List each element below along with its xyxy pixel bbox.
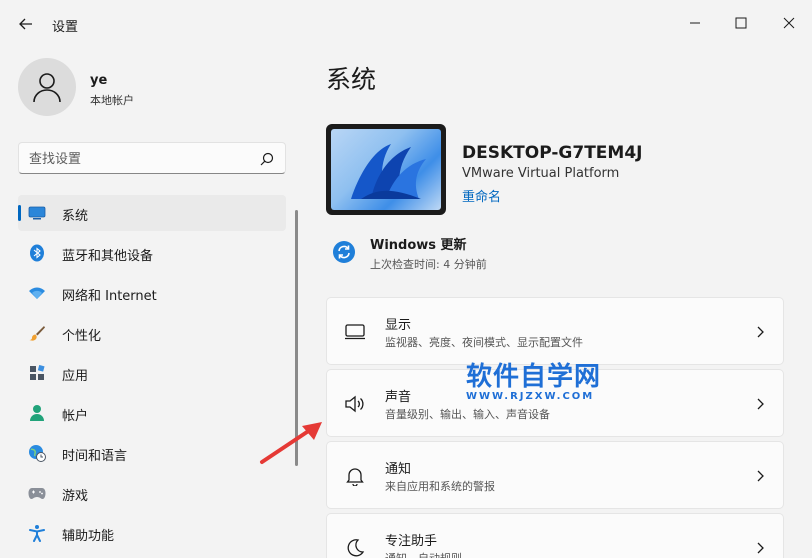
card-description: 来自应用和系统的警报 bbox=[385, 480, 495, 493]
sidebar-item-label: 系统 bbox=[62, 209, 89, 224]
sidebar-item-label: 时间和语言 bbox=[62, 449, 128, 464]
settings-card-display[interactable]: 显示 监视器、亮度、夜间模式、显示配置文件 bbox=[326, 297, 784, 365]
card-title: 声音 bbox=[385, 390, 412, 405]
sidebar-item-personalization[interactable]: 个性化 bbox=[18, 315, 286, 351]
search-box[interactable] bbox=[18, 142, 286, 174]
sidebar-item-label: 蓝牙和其他设备 bbox=[62, 249, 154, 264]
moon-icon bbox=[343, 536, 367, 558]
sidebar-item-label: 个性化 bbox=[62, 329, 102, 344]
device-name: DESKTOP-G7TEM4J bbox=[462, 143, 643, 163]
user-account-type: 本地帐户 bbox=[90, 94, 134, 107]
title-bar: 设置 bbox=[0, 0, 812, 48]
minimize-button[interactable] bbox=[672, 8, 718, 38]
person-icon bbox=[33, 73, 61, 103]
windows-update-status: 上次检查时间: 4 分钟前 bbox=[370, 258, 487, 271]
sidebar-item-label: 网络和 Internet bbox=[62, 289, 157, 304]
card-description: 通知、自动规则 bbox=[385, 550, 462, 558]
back-arrow-icon[interactable] bbox=[16, 14, 36, 34]
maximize-button[interactable] bbox=[718, 8, 764, 38]
monitor-icon bbox=[28, 204, 46, 222]
sidebar-item-system[interactable]: 系统 bbox=[18, 195, 286, 231]
sidebar-item-accounts[interactable]: 帐户 bbox=[18, 395, 286, 431]
chevron-right-icon bbox=[753, 540, 767, 554]
avatar[interactable] bbox=[18, 58, 76, 116]
wallpaper-preview bbox=[331, 129, 441, 210]
search-input[interactable] bbox=[29, 149, 253, 169]
settings-card-notifications[interactable]: 通知 来自应用和系统的警报 bbox=[326, 441, 784, 509]
chevron-right-icon bbox=[753, 396, 767, 410]
sidebar-item-label: 游戏 bbox=[62, 489, 89, 504]
speaker-icon bbox=[343, 392, 367, 416]
sidebar-nav: 系统 蓝牙和其他设备 网络和 Internet 个性化 应用 帐户 时间和语言 … bbox=[18, 195, 286, 555]
user-name: ye bbox=[90, 73, 108, 88]
apps-icon bbox=[28, 364, 46, 382]
sidebar-item-label: 应用 bbox=[62, 369, 89, 384]
settings-card-focus-assist[interactable]: 专注助手 通知、自动规则 bbox=[326, 513, 784, 558]
bell-icon bbox=[343, 464, 367, 488]
search-icon[interactable] bbox=[259, 151, 275, 167]
card-title: 通知 bbox=[385, 462, 412, 477]
sidebar-item-label: 帐户 bbox=[62, 409, 89, 424]
bluetooth-icon bbox=[28, 244, 46, 262]
watermark-title: 软件自学网 bbox=[466, 362, 602, 392]
accessibility-icon bbox=[28, 524, 46, 542]
sidebar-item-network[interactable]: 网络和 Internet bbox=[18, 275, 286, 311]
app-title: 设置 bbox=[52, 20, 79, 35]
red-arrow-annotation-icon bbox=[260, 422, 322, 464]
globe-clock-icon bbox=[28, 444, 46, 462]
chevron-right-icon bbox=[753, 468, 767, 482]
close-button[interactable] bbox=[766, 8, 812, 38]
device-model: VMware Virtual Platform bbox=[462, 166, 620, 181]
windows-update-icon[interactable] bbox=[332, 240, 356, 264]
gamepad-icon bbox=[28, 484, 46, 502]
sidebar-item-accessibility[interactable]: 辅助功能 bbox=[18, 515, 286, 551]
chevron-right-icon bbox=[753, 324, 767, 338]
sidebar-item-apps[interactable]: 应用 bbox=[18, 355, 286, 391]
watermark-url: WWW.RJZXW.COM bbox=[466, 391, 595, 402]
sidebar-item-gaming[interactable]: 游戏 bbox=[18, 475, 286, 511]
card-title: 显示 bbox=[385, 318, 412, 333]
sidebar-item-label: 辅助功能 bbox=[62, 529, 115, 544]
sidebar-item-bluetooth[interactable]: 蓝牙和其他设备 bbox=[18, 235, 286, 271]
card-title: 专注助手 bbox=[385, 534, 438, 549]
person-icon bbox=[28, 404, 46, 422]
rename-link[interactable]: 重命名 bbox=[462, 186, 501, 205]
device-thumbnail bbox=[326, 124, 446, 215]
page-title: 系统 bbox=[326, 65, 377, 94]
card-description: 音量级别、输出、输入、声音设备 bbox=[385, 408, 550, 421]
sidebar-item-time-language[interactable]: 时间和语言 bbox=[18, 435, 286, 471]
watermark: 软件自学网 WWW.RJZXW.COM bbox=[466, 356, 616, 402]
card-description: 监视器、亮度、夜间模式、显示配置文件 bbox=[385, 336, 583, 349]
brush-icon bbox=[28, 324, 46, 342]
wifi-icon bbox=[28, 284, 46, 302]
display-icon bbox=[343, 320, 367, 344]
windows-update-title[interactable]: Windows 更新 bbox=[370, 234, 467, 253]
